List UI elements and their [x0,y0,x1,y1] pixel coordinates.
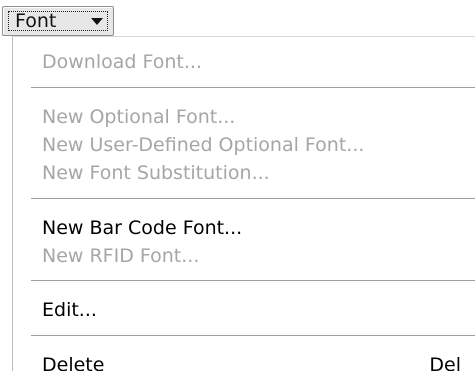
menu-item-edit[interactable]: Edit... [42,298,97,322]
menu-separator [31,335,475,337]
menu-item-new-rfid-font: New RFID Font... [42,245,200,267]
menu-item-new-user-defined-optional-font: New User-Defined Optional Font... [42,134,365,156]
screenshot-root: Font Download Font... New Optional Font.… [0,0,475,371]
menu-separator [31,280,475,282]
menu-separator [31,87,475,89]
menu-item-download-font: Download Font... [42,51,202,73]
font-dropdown-menu: Download Font... New Optional Font... Ne… [12,36,475,371]
font-menu-label: Font [15,10,57,32]
font-menu-button[interactable]: Font [2,6,114,36]
menu-item-new-bar-code-font[interactable]: New Bar Code Font... [42,216,242,240]
menu-separator [31,198,475,200]
menu-item-delete[interactable]: Delete [42,353,104,371]
menu-item-delete-shortcut: Del [429,354,461,371]
chevron-down-icon [91,18,103,25]
menu-item-new-optional-font: New Optional Font... [42,106,236,128]
menu-item-new-font-substitution: New Font Substitution... [42,162,270,184]
